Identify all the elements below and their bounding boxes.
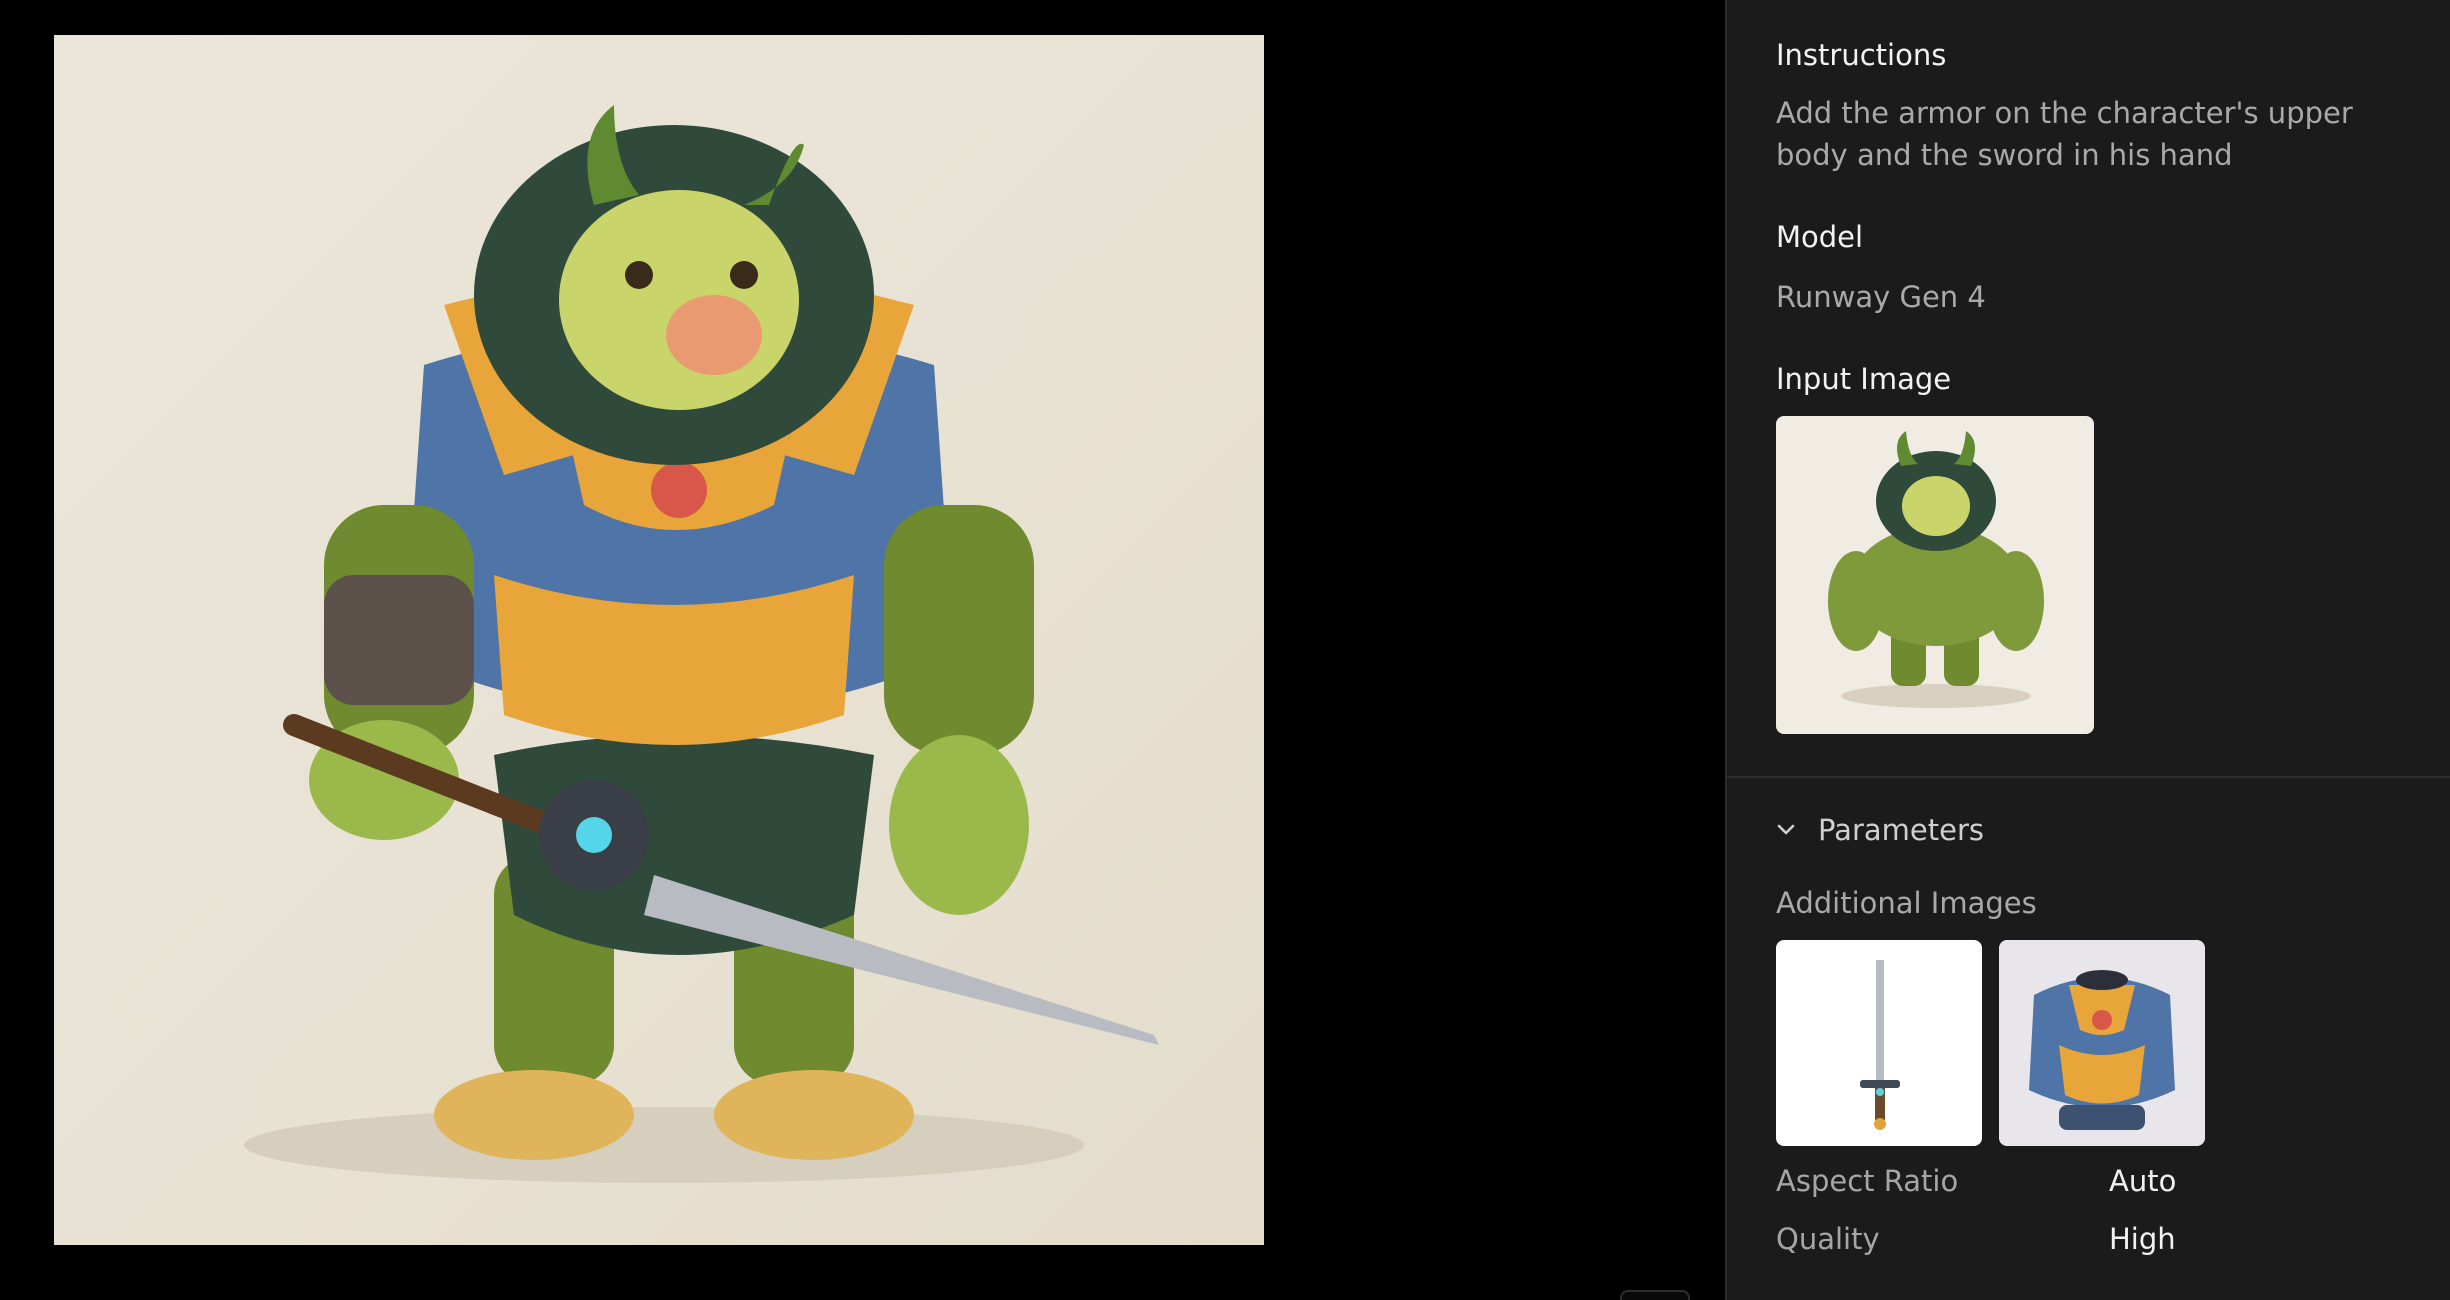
instructions-label: Instructions (1776, 38, 1947, 72)
param-key-aspect-ratio: Aspect Ratio (1776, 1164, 1959, 1198)
instructions-text: Add the armor on the character's upper b… (1776, 96, 2353, 172)
input-image-illustration (1828, 431, 2044, 708)
additional-image-armor[interactable] (1999, 940, 2205, 1146)
param-value-quality: High (2109, 1222, 2176, 1256)
image-viewer (0, 0, 1725, 1300)
chevron-down-icon (1776, 820, 1796, 840)
section-divider (1727, 776, 2450, 778)
viewer-control-button[interactable] (1620, 1290, 1690, 1300)
param-key-quality: Quality (1776, 1222, 1880, 1256)
app-root: Instructions Add the armor on the charac… (0, 0, 2450, 1300)
input-image-thumbnail[interactable] (1776, 416, 2094, 734)
generated-image-illustration (244, 105, 1159, 1183)
parameters-toggle[interactable]: Parameters (1776, 808, 1984, 852)
generated-image[interactable] (54, 35, 1264, 1245)
sword-thumbnail-illustration (1860, 960, 1900, 1130)
model-value: Runway Gen 4 (1776, 280, 1986, 314)
details-panel: Instructions Add the armor on the charac… (1725, 0, 2450, 1300)
additional-images-label: Additional Images (1776, 886, 2037, 920)
armor-thumbnail-illustration (2029, 970, 2175, 1130)
additional-image-sword[interactable] (1776, 940, 1982, 1146)
param-value-aspect-ratio: Auto (2109, 1164, 2177, 1198)
model-label: Model (1776, 220, 1864, 254)
parameters-label: Parameters (1818, 813, 1984, 847)
input-image-label: Input Image (1776, 362, 1952, 396)
